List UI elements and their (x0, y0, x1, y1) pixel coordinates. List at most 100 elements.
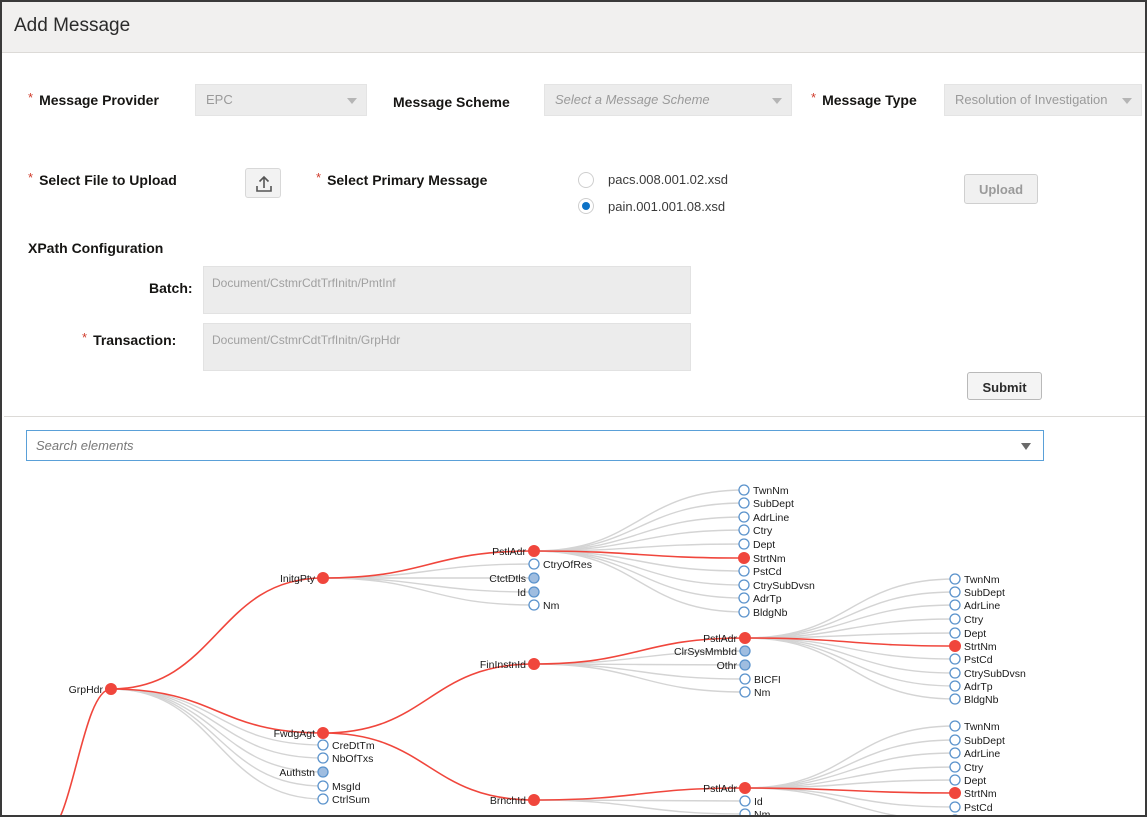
tree-node-dept[interactable]: Dept (949, 774, 986, 787)
tree-node-adrtp[interactable]: AdrTp (949, 680, 993, 693)
tree-node-circle[interactable] (949, 734, 961, 746)
tree-node-ctry[interactable]: Ctry (738, 524, 773, 537)
tree-node-circle[interactable] (528, 658, 540, 670)
tree-node-circle[interactable] (739, 659, 751, 671)
tree-node-circle[interactable] (738, 579, 750, 591)
tree-node-circle[interactable] (949, 599, 961, 611)
tree-node-circle[interactable] (317, 752, 329, 764)
tree-node-nm[interactable]: Nm (739, 808, 771, 815)
tree-node-circle[interactable] (317, 727, 329, 739)
tree-node-adrline[interactable]: AdrLine (949, 599, 1000, 612)
tree-node-dept[interactable]: Dept (949, 627, 986, 640)
tree-node-msgid[interactable]: MsgId (317, 780, 361, 793)
tree-node-nm[interactable]: Nm (528, 599, 560, 612)
tree-node-pstcd[interactable]: PstCd (738, 565, 782, 578)
tree-node-bicfi[interactable]: BICFI (739, 673, 781, 686)
tree-node-circle[interactable] (949, 680, 961, 692)
tree-node-circle[interactable] (738, 606, 750, 618)
tree-node-circle[interactable] (317, 780, 329, 792)
tree-node-pstladr[interactable]: PstlAdr (703, 632, 751, 646)
tree-node-circle[interactable] (949, 573, 961, 585)
tree-node-circle[interactable] (738, 524, 750, 536)
tree-node-grphdr[interactable]: GrpHdr (69, 683, 117, 697)
tree-node-circle[interactable] (949, 693, 961, 705)
tree-node-circle[interactable] (949, 774, 961, 786)
tree-node-bldgnb[interactable]: BldgNb (949, 693, 999, 706)
tree-node-circle[interactable] (739, 795, 751, 807)
tree-node-dept[interactable]: Dept (738, 538, 775, 551)
tree-node-circle[interactable] (739, 782, 751, 794)
tree-node-ctrysubdvsn[interactable]: CtrySubDvsn (949, 667, 1026, 680)
tree-node-circle[interactable] (738, 538, 750, 550)
tree-node-adrtp[interactable]: AdrTp (738, 592, 782, 605)
tree-node-adrline[interactable]: AdrLine (949, 747, 1000, 760)
tree-node-circle[interactable] (739, 673, 751, 685)
tree-node-circle[interactable] (105, 683, 117, 695)
tree-node-ctrysubdvsn[interactable]: CtrySubDvsn (738, 579, 815, 592)
tree-node-circle[interactable] (738, 511, 750, 523)
tree-node-circle[interactable] (949, 653, 961, 665)
tree-node-circle[interactable] (317, 572, 329, 584)
tree-node-ctctdtls[interactable]: CtctDtls (489, 572, 540, 585)
tree-node-nm[interactable]: Nm (739, 686, 771, 699)
tree-node-ctry[interactable]: Ctry (949, 761, 984, 774)
tree-node-id[interactable]: Id (739, 795, 763, 808)
tree-node-circle[interactable] (317, 766, 329, 778)
tree-node-circle[interactable] (528, 794, 540, 806)
tree-node-subdept[interactable]: SubDept (949, 734, 1005, 747)
tree-node-circle[interactable] (528, 558, 540, 570)
tree-node-circle[interactable] (949, 586, 961, 598)
tree-node-circle[interactable] (739, 686, 751, 698)
tree-node-circle[interactable] (317, 739, 329, 751)
tree-node-credttm[interactable]: CreDtTm (317, 739, 375, 752)
tree-node-ctryofres[interactable]: CtryOfRes (528, 558, 592, 571)
tree-node-circle[interactable] (949, 801, 961, 813)
tree-node-subdept[interactable]: SubDept (949, 586, 1005, 599)
tree-node-circle[interactable] (738, 484, 750, 496)
tree-node-circle[interactable] (949, 747, 961, 759)
tree-node-circle[interactable] (738, 592, 750, 604)
tree-node-subdept[interactable]: SubDept (738, 497, 794, 510)
tree-node-pstcd[interactable]: PstCd (949, 653, 993, 666)
tree-node-twnnm[interactable]: TwnNm (738, 484, 789, 497)
tree-node-circle[interactable] (949, 640, 961, 652)
tree-node-nboftxs[interactable]: NbOfTxs (317, 752, 373, 765)
tree-node-circle[interactable] (949, 761, 961, 773)
tree-node-strtnm[interactable]: StrtNm (738, 552, 786, 566)
tree-node-circle[interactable] (317, 793, 329, 805)
tree-node-circle[interactable] (739, 645, 751, 657)
tree-node-circle[interactable] (949, 627, 961, 639)
tree-node-fwdgagt[interactable]: FwdgAgt (274, 727, 329, 741)
tree-node-circle[interactable] (949, 720, 961, 732)
tree-node-clrsysmmbid[interactable]: ClrSysMmbId (674, 645, 751, 658)
tree-node-circle[interactable] (528, 599, 540, 611)
tree-node-circle[interactable] (949, 613, 961, 625)
tree-node-pstladr[interactable]: PstlAdr (492, 545, 540, 559)
tree-node-twnnm[interactable]: TwnNm (949, 720, 1000, 733)
tree-node-bldgnb[interactable]: BldgNb (738, 606, 788, 619)
tree-node-ctrlsum[interactable]: CtrlSum (317, 793, 370, 806)
tree-node-authstn[interactable]: Authstn (279, 766, 329, 779)
tree-node-circle[interactable] (528, 572, 540, 584)
tree-node-circle[interactable] (739, 632, 751, 644)
tree-node-circle[interactable] (738, 565, 750, 577)
tree-node-circle[interactable] (949, 787, 961, 799)
tree-node-circle[interactable] (949, 667, 961, 679)
tree-node-circle[interactable] (738, 497, 750, 509)
tree-node-id[interactable]: Id (517, 586, 540, 599)
tree-node-fininstnid[interactable]: FinInstnId (480, 658, 540, 672)
tree-node-adrline[interactable]: AdrLine (738, 511, 789, 524)
tree-node-initgpty[interactable]: InitgPty (280, 572, 329, 586)
tree-node-circle[interactable] (738, 552, 750, 564)
tree-node-strtnm[interactable]: StrtNm (949, 787, 997, 801)
tree-node-circle[interactable] (528, 586, 540, 598)
tree-node-pstladr[interactable]: PstlAdr (703, 782, 751, 796)
tree-node-strtnm[interactable]: StrtNm (949, 640, 997, 654)
tree-node-ctry[interactable]: Ctry (949, 613, 984, 626)
tree-node-pstcd[interactable]: PstCd (949, 801, 993, 814)
tree-node-brnchid[interactable]: BrnchId (490, 794, 540, 808)
tree-node-circle[interactable] (528, 545, 540, 557)
tree-node-twnnm[interactable]: TwnNm (949, 573, 1000, 586)
tree-node-othr[interactable]: Othr (717, 659, 751, 672)
tree-node-circle[interactable] (739, 808, 751, 815)
